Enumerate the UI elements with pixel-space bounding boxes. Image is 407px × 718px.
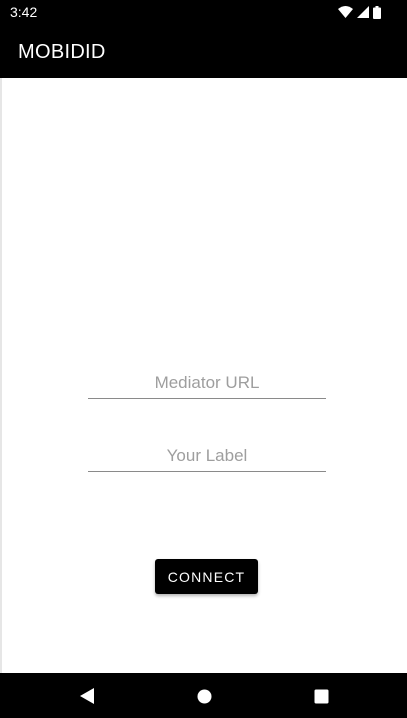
status-icons [338, 5, 381, 19]
status-bar: 3:42 [0, 0, 407, 24]
recents-icon[interactable] [312, 687, 330, 705]
signal-icon [357, 6, 369, 18]
status-time: 3:42 [10, 4, 38, 20]
connect-form: CONNECT [0, 78, 407, 673]
home-icon[interactable] [195, 687, 213, 705]
navigation-bar [0, 673, 407, 718]
mediator-url-field [88, 368, 326, 399]
mediator-url-input[interactable] [88, 368, 326, 398]
wifi-icon [338, 6, 353, 18]
app-screen: 3:42 MOBIDID Mediator URL Your Label CON… [0, 0, 407, 718]
app-title: MOBIDID [18, 41, 106, 63]
back-icon[interactable] [78, 687, 96, 705]
connect-button[interactable]: CONNECT [155, 559, 258, 594]
label-field [88, 441, 326, 472]
app-bar: MOBIDID [0, 24, 407, 78]
label-input[interactable] [88, 441, 326, 471]
battery-icon [373, 5, 381, 19]
